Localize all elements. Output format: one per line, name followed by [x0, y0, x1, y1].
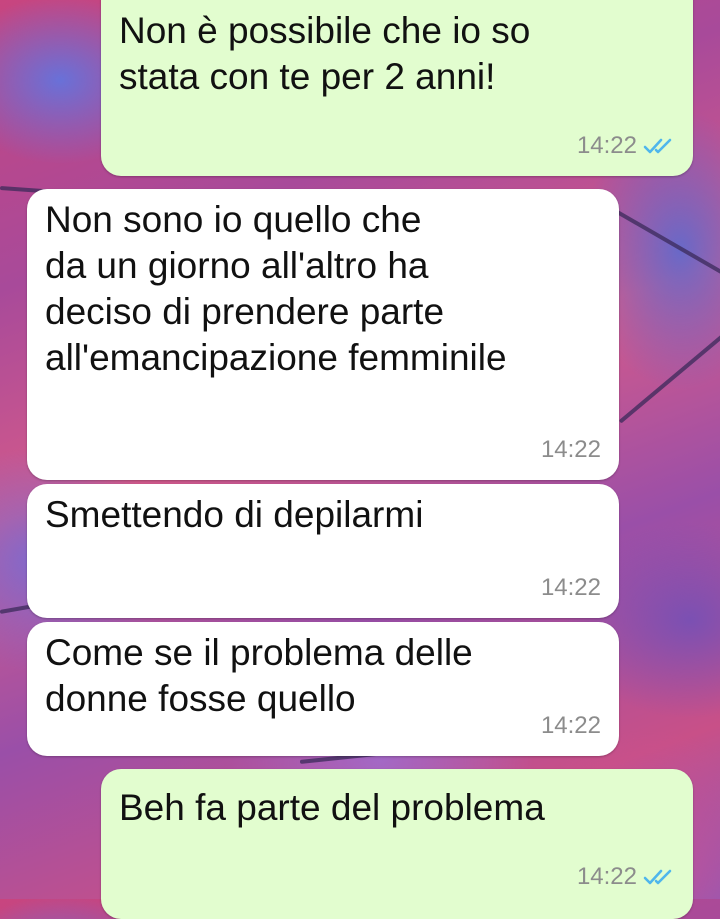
message-timestamp: 14:22 — [540, 574, 601, 601]
message-line: stata con te per 2 anni! — [119, 56, 496, 97]
message-text: Non è possibile che io so stata con te p… — [119, 8, 530, 100]
message-line: Beh fa parte del problema — [119, 787, 545, 828]
message-meta: 14:22 — [577, 863, 675, 891]
outgoing-message[interactable]: Beh fa parte del problema 14:22 — [101, 769, 693, 919]
incoming-message[interactable]: Come se il problema delle donne fosse qu… — [27, 622, 619, 756]
message-text: Beh fa parte del problema — [119, 785, 545, 831]
message-meta: 14:22 — [541, 436, 601, 464]
wallpaper-branch — [618, 330, 720, 424]
message-text: Come se il problema delle donne fosse qu… — [45, 630, 473, 722]
incoming-message[interactable]: Non sono io quello che da un giorno all'… — [27, 189, 619, 480]
message-line: donne fosse quello — [45, 678, 356, 719]
incoming-message[interactable]: Smettendo di depilarmi 14:22 — [27, 484, 619, 618]
message-line: Come se il problema delle — [45, 632, 473, 673]
double-check-icon — [643, 869, 672, 885]
message-meta: 14:22 — [541, 712, 601, 740]
message-line: all'emancipazione femminile — [45, 337, 507, 378]
message-line: Smettendo di depilarmi — [45, 494, 424, 535]
message-line: deciso di prendere parte — [45, 291, 445, 332]
message-text: Non sono io quello che da un giorno all'… — [45, 197, 507, 381]
message-timestamp: 14:22 — [540, 436, 601, 463]
message-timestamp: 14:22 — [576, 132, 637, 159]
message-line: Non sono io quello che — [45, 199, 422, 240]
message-meta: 14:22 — [541, 574, 601, 602]
message-meta: 14:22 — [577, 132, 675, 160]
message-text: Smettendo di depilarmi — [45, 492, 423, 538]
message-timestamp: 14:22 — [540, 712, 601, 739]
double-check-icon — [643, 138, 672, 154]
message-line: da un giorno all'altro ha — [45, 245, 429, 286]
message-line: Non è possibile che io so — [119, 10, 531, 51]
outgoing-message[interactable]: Non è possibile che io so stata con te p… — [101, 0, 693, 176]
message-timestamp: 14:22 — [576, 863, 637, 890]
